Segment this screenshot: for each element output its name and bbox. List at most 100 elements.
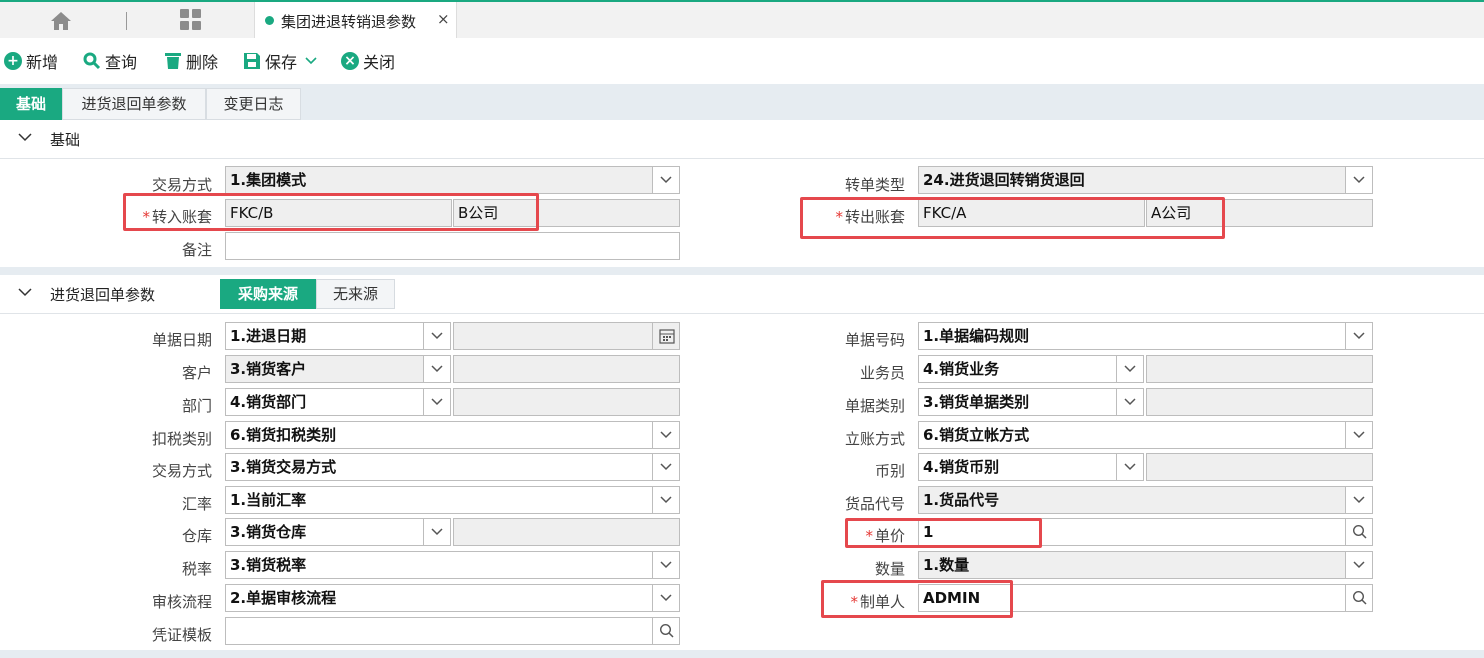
basic-section-header[interactable]: 基础 <box>0 120 1484 158</box>
right-param-select-7[interactable]: 1.数量 <box>918 551 1373 579</box>
left-param-select-8[interactable]: 2.单据审核流程 <box>225 584 680 612</box>
right-param-value: 4.销货币别 <box>923 458 1000 476</box>
chevron-down-icon[interactable] <box>305 57 317 65</box>
chevron-down-icon[interactable] <box>652 552 679 578</box>
delete-label: 删除 <box>186 53 219 72</box>
floppy-icon <box>244 53 260 69</box>
trade-mode-select[interactable]: 1.集团模式 <box>225 166 680 194</box>
left-param-extra-field-0[interactable] <box>453 322 680 350</box>
trash-icon <box>165 53 181 69</box>
left-param-label-text: 税率 <box>181 560 212 578</box>
search-icon[interactable] <box>1345 585 1372 611</box>
chevron-down-icon[interactable] <box>1345 487 1372 513</box>
chevron-down-icon[interactable] <box>423 389 450 415</box>
left-param-extra-field-6[interactable] <box>453 518 680 546</box>
chevron-down-icon[interactable] <box>1116 389 1143 415</box>
left-param-search-field-9[interactable] <box>225 617 680 645</box>
right-param-select-5[interactable]: 1.货品代号 <box>918 486 1373 514</box>
left-param-label-text: 交易方式 <box>151 462 212 480</box>
left-param-extra-field-2[interactable] <box>453 388 680 416</box>
right-param-value: 1.货品代号 <box>923 491 1000 509</box>
right-param-extra-field-4[interactable] <box>1146 453 1373 481</box>
left-param-select-1[interactable]: 3.销货客户 <box>225 355 451 383</box>
calendar-icon[interactable] <box>652 323 679 349</box>
right-param-label-text: 业务员 <box>859 364 905 382</box>
right-param-select-0[interactable]: 1.单据编码规则 <box>918 322 1373 350</box>
left-param-select-6[interactable]: 3.销货仓库 <box>225 518 451 546</box>
left-param-label-8: 审核流程 <box>102 591 212 612</box>
chevron-down-icon[interactable] <box>423 356 450 382</box>
left-param-label-text: 客户 <box>181 364 212 382</box>
highlight-box <box>845 518 1042 548</box>
search-icon <box>83 52 101 70</box>
close-label: 关闭 <box>363 53 396 72</box>
save-button[interactable]: 保存 <box>243 50 317 72</box>
divider <box>126 12 127 30</box>
doc-type-select[interactable]: 24.进货退回转销货退回 <box>918 166 1373 194</box>
subtab-strip: 基础 进货退回单参数 变更日志 <box>0 84 1484 120</box>
left-param-value: 2.单据审核流程 <box>230 589 337 607</box>
left-param-label-2: 部门 <box>102 395 212 416</box>
plus-circle-icon: + <box>4 52 22 70</box>
left-param-extra-field-1[interactable] <box>453 355 680 383</box>
chevron-down-icon[interactable] <box>652 422 679 448</box>
chevron-down-icon[interactable] <box>1345 167 1372 193</box>
section-divider <box>0 267 1484 275</box>
right-param-select-3[interactable]: 6.销货立帐方式 <box>918 421 1373 449</box>
home-icon[interactable] <box>50 11 72 31</box>
left-param-select-3[interactable]: 6.销货扣税类别 <box>225 421 680 449</box>
left-param-select-0[interactable]: 1.进退日期 <box>225 322 451 350</box>
chevron-down-icon[interactable] <box>423 323 450 349</box>
right-param-select-1[interactable]: 4.销货业务 <box>918 355 1144 383</box>
left-param-select-2[interactable]: 4.销货部门 <box>225 388 451 416</box>
right-param-extra-field-2[interactable] <box>1146 388 1373 416</box>
tab-purchase-source[interactable]: 采购来源 <box>220 279 316 309</box>
tab-basic[interactable]: 基础 <box>0 88 62 120</box>
grid-icon[interactable] <box>180 9 202 31</box>
chevron-down-icon <box>18 133 32 142</box>
left-param-value: 4.销货部门 <box>230 393 307 411</box>
right-param-extra-field-1[interactable] <box>1146 355 1373 383</box>
right-param-label-4: 币别 <box>795 460 905 481</box>
left-param-label-text: 仓库 <box>181 527 212 545</box>
toolbar: + 新增 查询 删除 保存 × 关闭 <box>0 38 1484 84</box>
left-param-select-4[interactable]: 3.销货交易方式 <box>225 453 680 481</box>
right-param-select-4[interactable]: 4.销货币别 <box>918 453 1144 481</box>
right-param-label-text: 单据类别 <box>844 397 905 415</box>
right-param-label-0: 单据号码 <box>795 329 905 350</box>
left-param-select-5[interactable]: 1.当前汇率 <box>225 486 680 514</box>
left-param-label-3: 扣税类别 <box>102 428 212 449</box>
section-title: 进货退回单参数 <box>50 286 156 304</box>
chevron-down-icon[interactable] <box>423 519 450 545</box>
chevron-down-icon[interactable] <box>652 487 679 513</box>
chevron-down-icon[interactable] <box>1345 323 1372 349</box>
add-label: 新增 <box>26 53 59 72</box>
chevron-down-icon[interactable] <box>652 454 679 480</box>
right-param-label-text: 币别 <box>874 462 905 480</box>
left-param-label-1: 客户 <box>102 362 212 383</box>
query-button[interactable]: 查询 <box>83 50 137 72</box>
add-button[interactable]: + 新增 <box>4 50 58 72</box>
chevron-down-icon[interactable] <box>1345 552 1372 578</box>
search-icon[interactable] <box>652 618 679 644</box>
tab-change-log[interactable]: 变更日志 <box>206 88 301 120</box>
tab-return-params[interactable]: 进货退回单参数 <box>62 88 206 120</box>
tab-status-dot <box>265 16 274 25</box>
remark-input[interactable] <box>225 232 680 260</box>
delete-button[interactable]: 删除 <box>164 50 218 72</box>
search-icon[interactable] <box>1345 519 1372 545</box>
tab-no-source[interactable]: 无来源 <box>316 279 395 309</box>
chevron-down-icon[interactable] <box>652 167 679 193</box>
chevron-down-icon[interactable] <box>652 585 679 611</box>
tab-group-return-params[interactable]: 集团进退转销退参数 × <box>254 2 457 40</box>
left-param-select-7[interactable]: 3.销货税率 <box>225 551 680 579</box>
right-param-label-5: 货品代号 <box>795 493 905 514</box>
close-button[interactable]: × 关闭 <box>341 50 395 72</box>
chevron-down-icon[interactable] <box>1116 454 1143 480</box>
chevron-down-icon[interactable] <box>1345 422 1372 448</box>
tab-close-icon[interactable]: × <box>437 10 450 28</box>
chevron-down-icon[interactable] <box>1116 356 1143 382</box>
right-param-select-2[interactable]: 3.销货单据类别 <box>918 388 1144 416</box>
left-param-label-text: 部门 <box>181 397 212 415</box>
left-param-label-6: 仓库 <box>102 525 212 546</box>
